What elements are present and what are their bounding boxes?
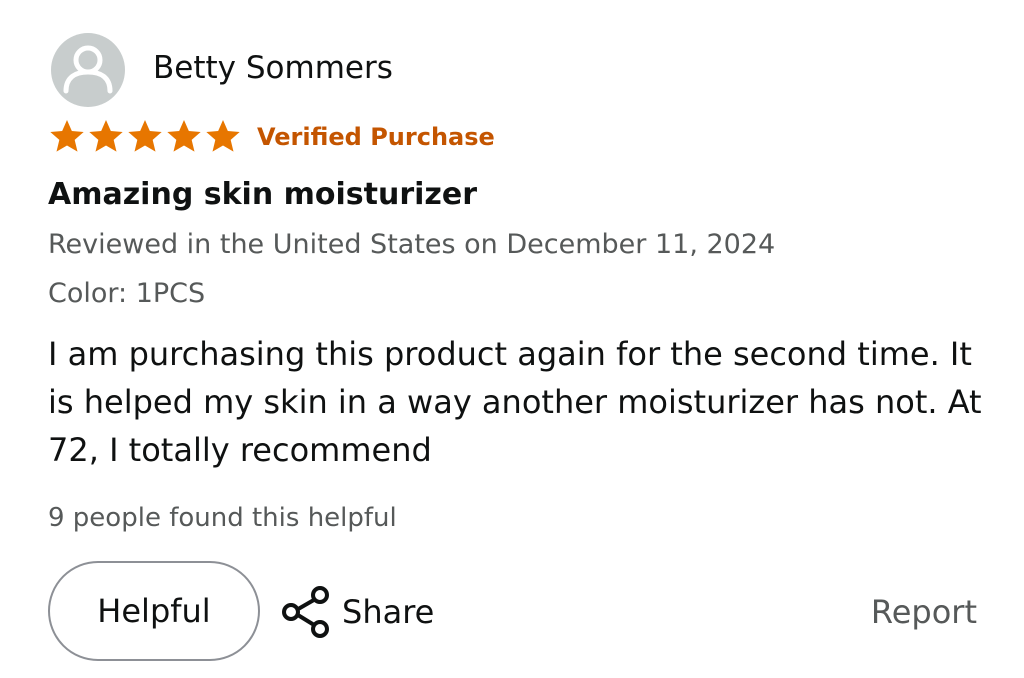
user-avatar-icon xyxy=(63,45,113,94)
reviewer-name[interactable]: Betty Sommers xyxy=(153,48,393,88)
helpful-button[interactable]: Helpful xyxy=(48,561,260,661)
helpful-count: 9 people found this helpful xyxy=(48,503,397,533)
share-label: Share xyxy=(342,593,435,631)
star-icon xyxy=(167,120,201,152)
review-variant: Color: 1PCS xyxy=(48,278,206,309)
review-text: I am purchasing this product again for t… xyxy=(48,335,982,469)
avatar[interactable] xyxy=(51,33,125,107)
review-date: Reviewed in the United States on Decembe… xyxy=(48,229,776,260)
star-icon xyxy=(50,120,84,152)
verified-purchase-badge: Verified Purchase xyxy=(257,123,495,151)
helpful-button-label: Helpful xyxy=(97,592,211,630)
star-icon xyxy=(89,120,123,152)
report-link[interactable]: Report xyxy=(871,590,977,634)
star-rating[interactable] xyxy=(47,115,242,159)
customer-review: Betty Sommers Verified Purchase Amazing … xyxy=(0,0,1024,678)
star-icon xyxy=(206,120,240,152)
review-title: Amazing skin moisturizer xyxy=(48,177,478,212)
share-icon xyxy=(282,586,329,638)
share-button[interactable]: Share xyxy=(280,580,434,644)
star-icon xyxy=(128,120,162,152)
